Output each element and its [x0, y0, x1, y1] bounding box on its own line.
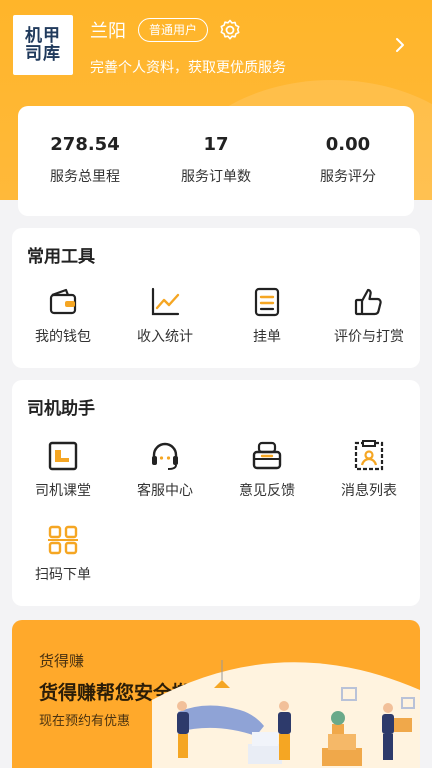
thumbs-up-icon: [354, 288, 382, 316]
gear-icon[interactable]: [218, 18, 242, 42]
wallet-icon: [49, 288, 77, 315]
tool-wallet[interactable]: 我的钱包: [12, 286, 114, 346]
section-title: 司机助手: [27, 399, 95, 419]
chevron-right-icon[interactable]: [392, 36, 408, 54]
assistant-feedback[interactable]: 意见反馈: [216, 440, 318, 500]
assistant-classroom[interactable]: 司机课堂: [12, 440, 114, 500]
assistant-label: 司机课堂: [35, 483, 91, 499]
classroom-icon: [48, 441, 78, 471]
line-chart-icon: [151, 287, 180, 316]
section-title: 常用工具: [27, 247, 95, 267]
user-name[interactable]: 兰阳: [90, 17, 126, 43]
tool-income-stats[interactable]: 收入统计: [114, 286, 216, 346]
stat-label: 服务订单数: [181, 169, 251, 185]
stat-total-mileage[interactable]: 278.54 服务总里程: [19, 134, 151, 186]
promo-note: 现在预约有优惠: [39, 714, 131, 729]
headset-icon: [152, 442, 178, 470]
promo-brand: 货得赚: [39, 652, 85, 670]
stat-value: 278.54: [50, 134, 120, 155]
profile-completion-hint[interactable]: 完善个人资料，获取更优质服务: [90, 57, 286, 77]
order-sheet-icon: [254, 287, 280, 317]
logo-text: 机甲司库: [25, 26, 61, 64]
stat-label: 服务总里程: [50, 169, 120, 185]
assistant-scan-order[interactable]: 扫码下单: [12, 524, 114, 584]
assistant-label: 消息列表: [341, 483, 397, 499]
message-list-icon: [354, 440, 384, 471]
assistant-label: 意见反馈: [239, 483, 295, 499]
assistant-message-list[interactable]: 消息列表: [318, 440, 420, 500]
qr-scan-icon: [48, 525, 78, 555]
stat-label: 服务评分: [320, 169, 376, 185]
assistant-customer-service[interactable]: 客服中心: [114, 440, 216, 500]
user-level-badge: 普通用户: [138, 18, 209, 42]
movers-illustration: [152, 660, 420, 768]
tool-label: 挂单: [253, 329, 281, 345]
app-logo: 机甲司库: [13, 15, 73, 75]
tool-pending-order[interactable]: 挂单: [216, 286, 318, 346]
moving-service-banner[interactable]: 货得赚 货得赚帮您安全搬家 现在预约有优惠: [12, 620, 420, 768]
driver-assistant-section: 司机助手 司机课堂 客服中心 意见反馈 消息列表 扫码下单: [12, 380, 420, 606]
assistant-label: 客服中心: [137, 483, 193, 499]
tool-review-tip[interactable]: 评价与打赏: [318, 286, 420, 346]
stat-value: 0.00: [325, 134, 371, 155]
stat-order-count[interactable]: 17 服务订单数: [150, 134, 282, 186]
feedback-icon: [252, 441, 282, 470]
common-tools-section: 常用工具 我的钱包 收入统计 挂单 评价与打赏: [12, 228, 420, 368]
stat-rating[interactable]: 0.00 服务评分: [282, 134, 414, 186]
tool-label: 评价与打赏: [334, 329, 404, 345]
stat-value: 17: [203, 134, 229, 155]
stats-card: 278.54 服务总里程 17 服务订单数 0.00 服务评分: [18, 106, 414, 216]
tool-label: 收入统计: [137, 329, 193, 345]
assistant-label: 扫码下单: [35, 567, 91, 583]
tool-label: 我的钱包: [35, 329, 91, 345]
